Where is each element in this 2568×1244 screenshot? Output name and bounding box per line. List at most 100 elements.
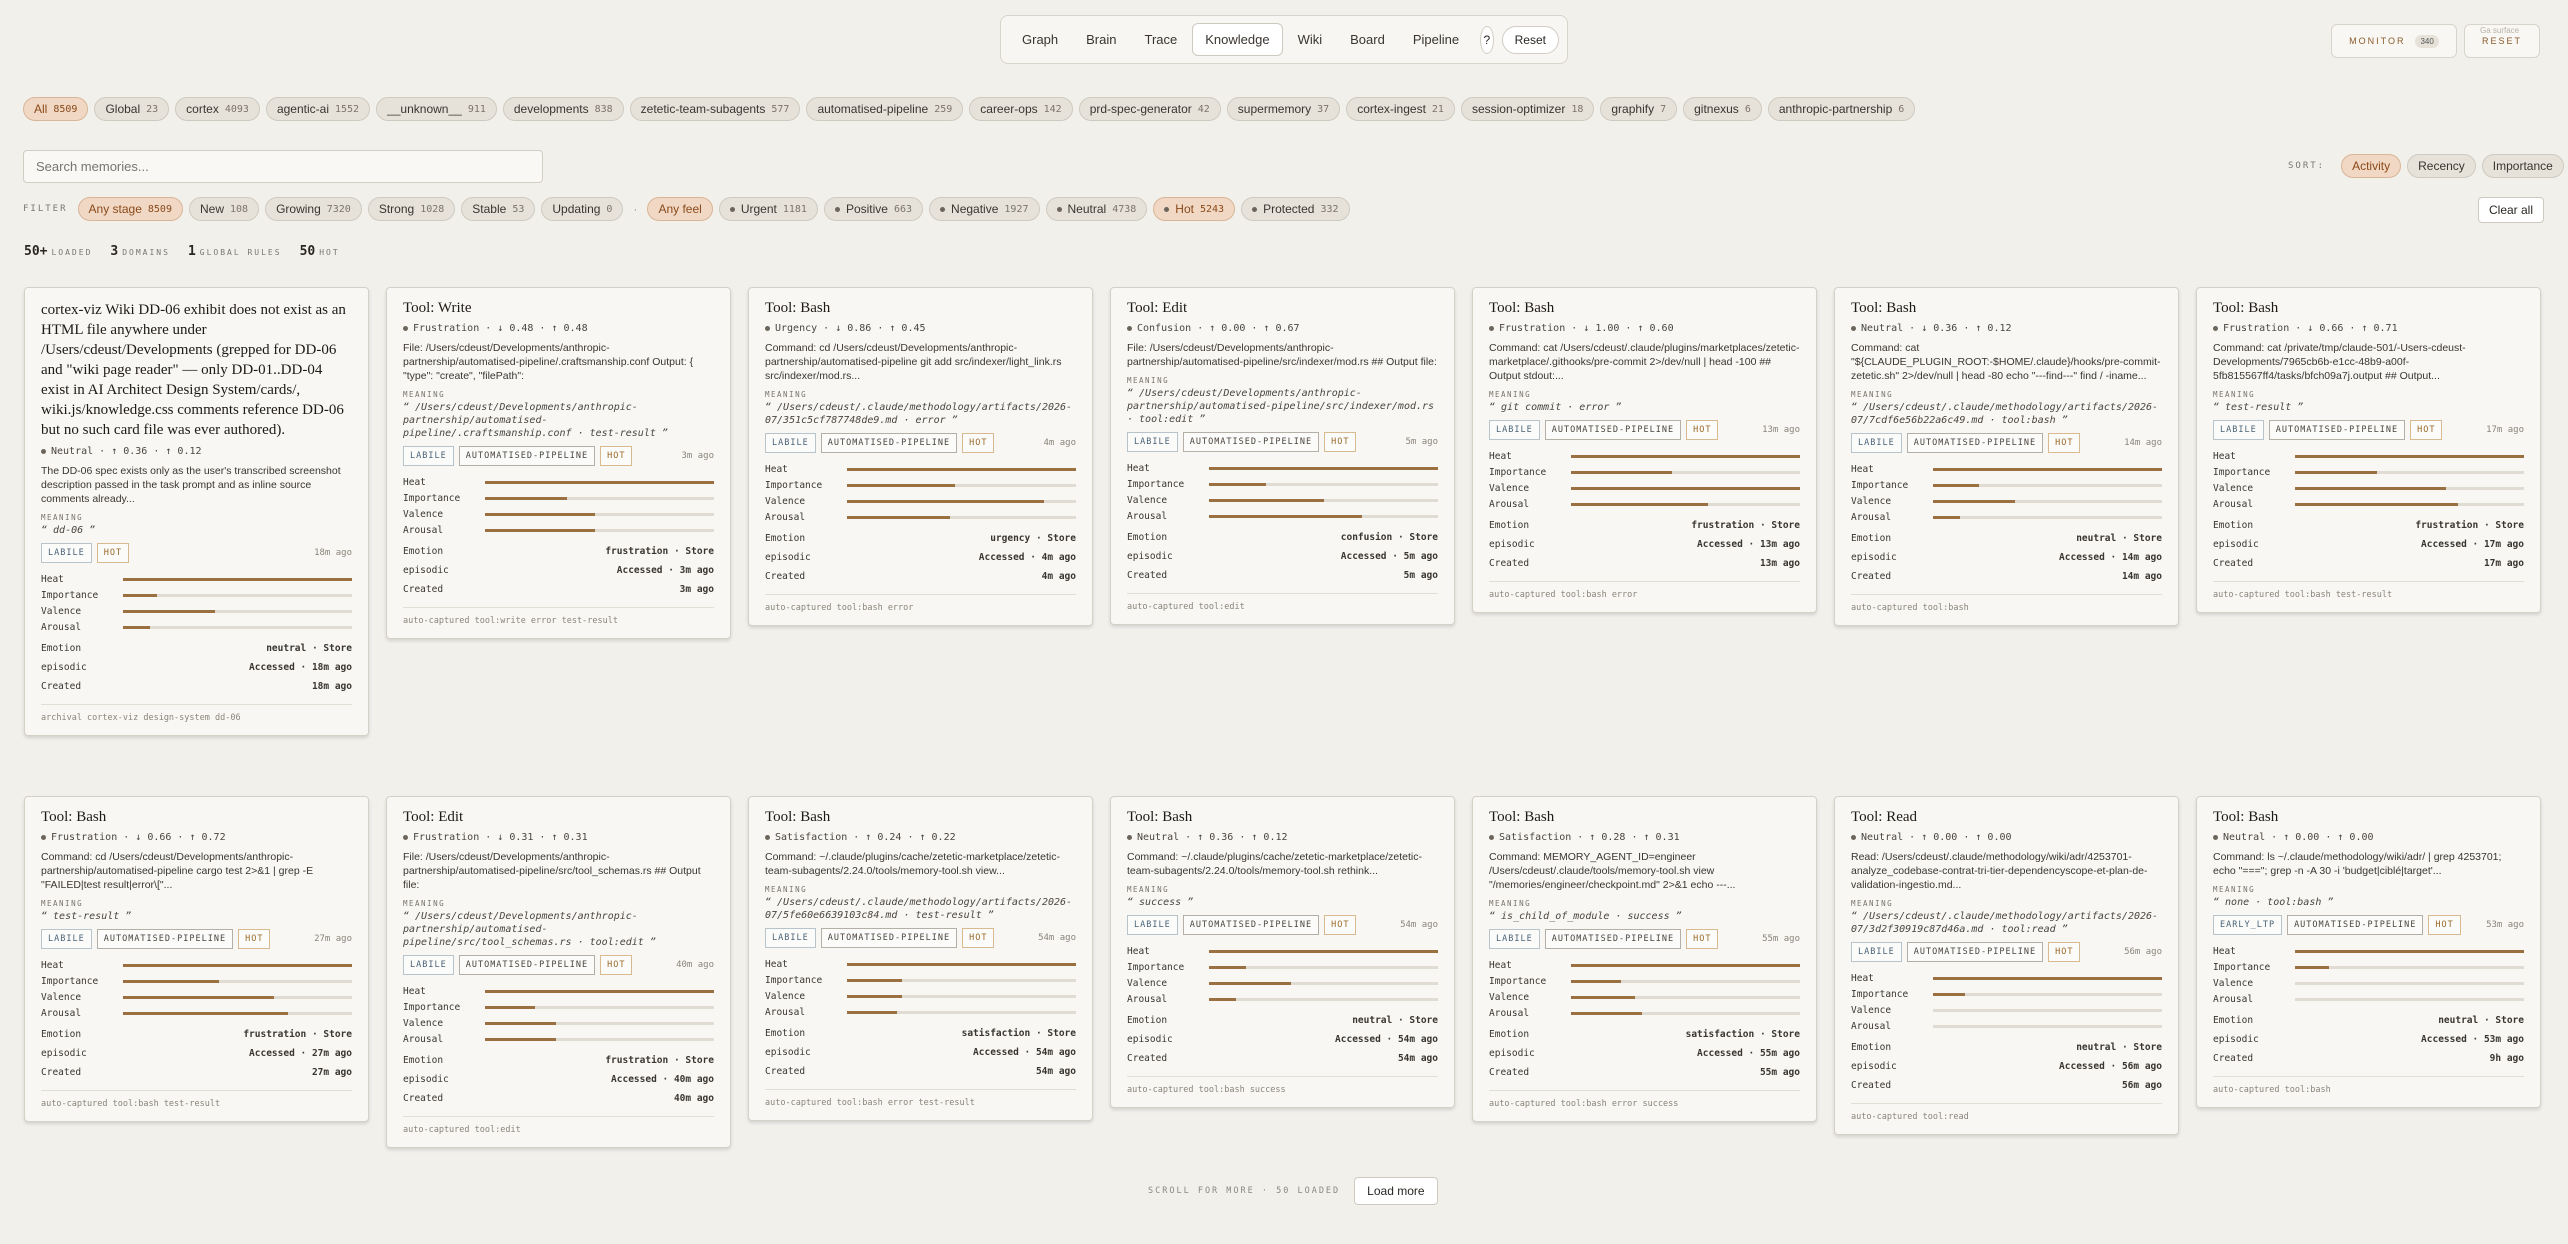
tag-hot[interactable]: HOT — [1324, 432, 1357, 452]
filter-positive[interactable]: Positive 663 — [823, 197, 924, 221]
domain-chip[interactable]: career-ops 142 — [969, 97, 1073, 121]
tag-hot[interactable]: HOT — [2048, 942, 2081, 962]
tab-trace[interactable]: Trace — [1132, 23, 1191, 56]
tag-hot[interactable]: HOT — [600, 955, 633, 975]
tag-hot[interactable]: HOT — [1686, 929, 1719, 949]
tab-pipeline[interactable]: Pipeline — [1400, 23, 1472, 56]
tab-brain[interactable]: Brain — [1073, 23, 1129, 56]
memory-card[interactable]: Tool: Edit Frustration · ↓ 0.31 · ↑ 0.31 F… — [386, 796, 731, 1148]
filter-urgent[interactable]: Urgent 1181 — [718, 197, 818, 221]
filter-hot[interactable]: Hot 5243 — [1153, 197, 1236, 221]
filter-strong[interactable]: Strong 1028 — [367, 197, 456, 221]
tag-automatised-pipeline[interactable]: AUTOMATISED-PIPELINE — [2287, 915, 2424, 935]
memory-card[interactable]: Tool: Bash Frustration · ↓ 0.66 · ↑ 0.72 C… — [24, 796, 369, 1122]
clear-all-button[interactable]: Clear all — [2478, 197, 2545, 223]
tag-labile[interactable]: LABILE — [1127, 432, 1178, 452]
tag-hot[interactable]: HOT — [600, 446, 633, 466]
domain-chip[interactable]: agentic-ai 1552 — [265, 97, 371, 121]
domain-chip[interactable]: All 8509 — [23, 97, 89, 121]
domain-chip[interactable]: Global 23 — [94, 97, 170, 121]
domain-chip[interactable]: automatised-pipeline 259 — [806, 97, 964, 121]
tag-automatised-pipeline[interactable]: AUTOMATISED-PIPELINE — [2268, 420, 2406, 440]
memory-card[interactable]: Tool: Edit Confusion · ↑ 0.00 · ↑ 0.67 Fil… — [1110, 287, 1455, 625]
tag-hot[interactable]: HOT — [2048, 433, 2081, 453]
help-button[interactable]: ? — [1480, 25, 1494, 54]
sort-recency[interactable]: Recency — [2407, 154, 2476, 178]
tag-automatised-pipeline[interactable]: AUTOMATISED-PIPELINE — [1906, 433, 2044, 453]
tag-hot[interactable]: HOT — [2410, 420, 2443, 440]
tag-hot[interactable]: HOT — [962, 928, 995, 948]
memory-card[interactable]: Tool: Bash Frustration · ↓ 0.66 · ↑ 0.71 C… — [2196, 287, 2541, 613]
filter-any-feel[interactable]: Any feel — [647, 197, 713, 221]
tag-automatised-pipeline[interactable]: AUTOMATISED-PIPELINE — [96, 929, 234, 949]
tag-labile[interactable]: LABILE — [41, 929, 92, 949]
memory-card[interactable]: Tool: Read Neutral · ↑ 0.00 · ↑ 0.00 Read:… — [1834, 796, 2179, 1135]
domain-chip[interactable]: anthropic-partnership 6 — [1767, 97, 1916, 121]
domain-chip[interactable]: cortex-ingest 21 — [1346, 97, 1455, 121]
reset-button[interactable]: Reset — [1501, 25, 1559, 54]
tag-hot[interactable]: HOT — [238, 929, 271, 949]
tag-automatised-pipeline[interactable]: AUTOMATISED-PIPELINE — [820, 433, 958, 453]
tag-automatised-pipeline[interactable]: AUTOMATISED-PIPELINE — [458, 446, 596, 466]
sort-activity[interactable]: Activity — [2341, 154, 2402, 178]
tag-hot[interactable]: HOT — [1324, 915, 1357, 935]
domain-chip[interactable]: zetetic-team-subagents 577 — [629, 97, 801, 121]
domain-chip[interactable]: session-optimizer 18 — [1460, 97, 1595, 121]
memory-card[interactable]: Tool: Bash Urgency · ↓ 0.86 · ↑ 0.45 Comma… — [748, 287, 1093, 626]
tab-board[interactable]: Board — [1337, 23, 1398, 56]
memory-card[interactable]: cortex-viz Wiki DD-06 exhibit does not e… — [24, 287, 369, 736]
filter-protected[interactable]: Protected 332 — [1241, 197, 1350, 221]
filter-any-stage[interactable]: Any stage 8509 — [77, 197, 183, 221]
memory-card[interactable]: Tool: Write Frustration · ↓ 0.48 · ↑ 0.48… — [386, 287, 731, 639]
filter-negative[interactable]: Negative 1927 — [929, 197, 1040, 221]
sort-importance[interactable]: Importance — [2481, 154, 2564, 178]
filter-growing[interactable]: Growing 7320 — [265, 197, 362, 221]
filter-neutral[interactable]: Neutral 4738 — [1045, 197, 1148, 221]
tag-hot[interactable]: HOT — [962, 433, 995, 453]
tag-labile[interactable]: LABILE — [2213, 420, 2264, 440]
tag-labile[interactable]: LABILE — [403, 955, 454, 975]
filter-stable[interactable]: Stable 53 — [461, 197, 536, 221]
tag-hot[interactable]: HOT — [2428, 915, 2461, 935]
tag-automatised-pipeline[interactable]: AUTOMATISED-PIPELINE — [1544, 420, 1682, 440]
domain-chip[interactable]: prd-spec-generator 42 — [1078, 97, 1221, 121]
memory-card[interactable]: Tool: Bash Satisfaction · ↑ 0.28 · ↑ 0.31… — [1472, 796, 1817, 1122]
tab-wiki[interactable]: Wiki — [1285, 23, 1336, 56]
domain-chip[interactable]: developments 838 — [502, 97, 624, 121]
tag-hot[interactable]: HOT — [1686, 420, 1719, 440]
search-input[interactable] — [23, 150, 543, 183]
tag-labile[interactable]: LABILE — [765, 928, 816, 948]
memory-card[interactable]: Tool: Bash Frustration · ↓ 1.00 · ↑ 0.60 C… — [1472, 287, 1817, 613]
tag-automatised-pipeline[interactable]: AUTOMATISED-PIPELINE — [1182, 915, 1320, 935]
tag-labile[interactable]: LABILE — [765, 433, 816, 453]
filter-new[interactable]: New 108 — [188, 197, 260, 221]
tag-labile[interactable]: LABILE — [1851, 942, 1902, 962]
tag-labile[interactable]: LABILE — [1489, 929, 1540, 949]
tag-labile[interactable]: LABILE — [403, 446, 454, 466]
filter-updating[interactable]: Updating 0 — [541, 197, 624, 221]
domain-chip[interactable]: supermemory 37 — [1226, 97, 1341, 121]
tag-early_ltp[interactable]: EARLY_LTP — [2213, 915, 2283, 935]
memory-card[interactable]: Tool: Bash Satisfaction · ↑ 0.24 · ↑ 0.22… — [748, 796, 1093, 1121]
load-more-button[interactable]: Load more — [1354, 1177, 1438, 1205]
tag-automatised-pipeline[interactable]: AUTOMATISED-PIPELINE — [458, 955, 596, 975]
domain-chip[interactable]: __unknown__ 911 — [376, 97, 497, 121]
tab-knowledge[interactable]: Knowledge — [1192, 23, 1283, 56]
tag-hot[interactable]: HOT — [96, 543, 130, 563]
domain-chip[interactable]: gitnexus 6 — [1683, 97, 1762, 121]
tab-graph[interactable]: Graph — [1009, 23, 1071, 56]
memory-card[interactable]: Tool: Bash Neutral · ↑ 0.36 · ↑ 0.12 Comma… — [1110, 796, 1455, 1108]
domain-chip[interactable]: cortex 4093 — [175, 97, 260, 121]
tag-labile[interactable]: LABILE — [1489, 420, 1540, 440]
domain-chip[interactable]: graphify 7 — [1600, 97, 1678, 121]
monitor-button[interactable]: MONITOR 340 — [2331, 24, 2457, 58]
memory-card[interactable]: Tool: Bash Neutral · ↓ 0.36 · ↑ 0.12 Comma… — [1834, 287, 2179, 626]
tag-automatised-pipeline[interactable]: AUTOMATISED-PIPELINE — [1182, 432, 1320, 452]
memory-card[interactable]: Tool: Bash Neutral · ↑ 0.00 · ↑ 0.00 Comma… — [2196, 796, 2541, 1108]
tag-automatised-pipeline[interactable]: AUTOMATISED-PIPELINE — [820, 928, 958, 948]
tag-labile[interactable]: LABILE — [1851, 433, 1902, 453]
tag-labile[interactable]: LABILE — [1127, 915, 1178, 935]
tag-labile[interactable]: LABILE — [41, 543, 92, 563]
tag-automatised-pipeline[interactable]: AUTOMATISED-PIPELINE — [1544, 929, 1682, 949]
tag-automatised-pipeline[interactable]: AUTOMATISED-PIPELINE — [1906, 942, 2044, 962]
